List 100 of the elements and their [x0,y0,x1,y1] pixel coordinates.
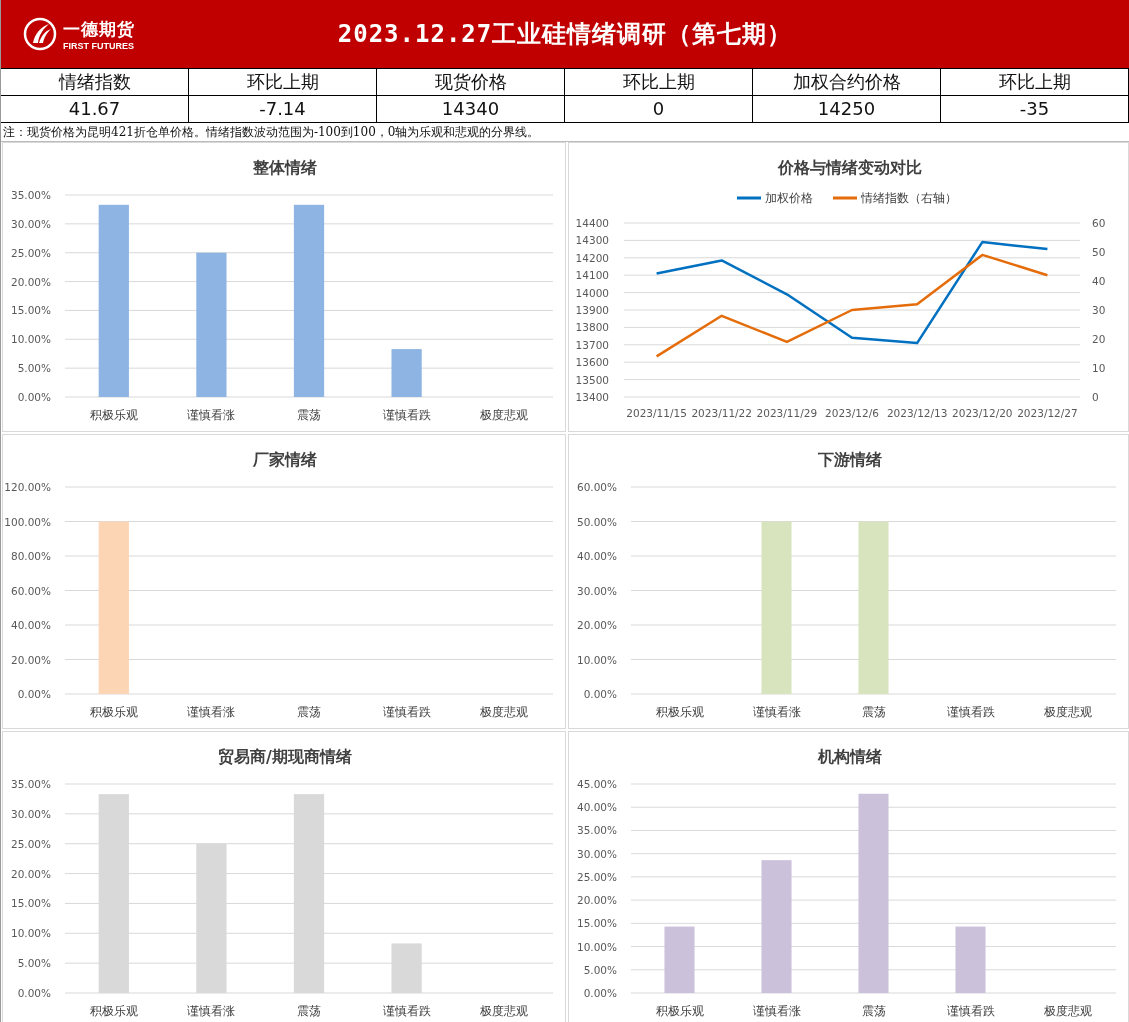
axis-tick-label: 80.00% [10,550,51,562]
category-label: 震荡 [297,408,321,422]
axis-tick-label: 14000 [575,286,609,299]
category-label: 谨慎看跌 [946,705,995,719]
axis-tick-label: 40.00% [10,619,51,631]
axis-tick-label: 60 [1092,217,1106,229]
category-label: 2023/12/27 [1017,407,1078,419]
logo-name: 一德期货 [63,17,135,41]
chart-title: 价格与情绪变动对比 [777,158,922,177]
axis-tick-label: 20.00% [576,894,617,907]
axis-tick-label: 10.00% [576,940,617,953]
category-label: 2023/12/6 [825,407,879,419]
chart-title: 厂家情绪 [253,450,317,469]
category-label: 谨慎看涨 [752,1004,801,1018]
axis-tick-label: 15.00% [10,897,51,910]
chart-title: 贸易商/期现商情绪 [218,747,352,766]
category-label: 震荡 [861,705,886,719]
category-label: 积极乐观 [89,1004,138,1018]
axis-tick-label: 20.00% [576,619,617,631]
category-label: 谨慎看涨 [187,408,236,422]
bar [955,926,986,993]
table-header-cell: 环比上期 [189,69,377,96]
axis-tick-label: 13600 [575,356,609,369]
axis-tick-label: 5.00% [17,362,51,375]
axis-tick-label: 35.00% [10,778,51,790]
axis-tick-label: 5.00% [17,957,51,970]
axis-tick-label: 13700 [575,338,609,351]
report-title: 2023.12.27工业硅情绪调研（第七期） [337,19,793,50]
axis-tick-label: 50 [1092,246,1106,258]
axis-tick-label: 15.00% [10,304,51,317]
axis-tick-label: 60.00% [10,584,51,597]
legend-label: 情绪指数（右轴） [861,191,957,205]
axis-tick-label: 13500 [575,373,609,386]
axis-tick-label: 40 [1092,275,1106,287]
category-label: 积极乐观 [89,705,138,719]
axis-tick-label: 25.00% [10,837,51,850]
bar [664,926,695,993]
legend-label: 加权价格 [765,191,813,205]
table-cell: 41.67 [1,96,189,123]
axis-tick-label: 60.00% [576,481,617,493]
category-label: 谨慎看跌 [382,1004,431,1018]
axis-tick-label: 20 [1092,333,1106,345]
axis-tick-label: 14300 [575,234,609,247]
axis-tick-label: 40.00% [576,801,617,814]
axis-tick-label: 10.00% [576,653,617,666]
axis-tick-label: 5.00% [583,963,617,976]
logo-icon [23,17,57,51]
axis-tick-label: 13400 [575,391,609,403]
axis-tick-label: 20.00% [10,867,51,880]
axis-tick-label: 30 [1092,304,1106,316]
axis-tick-label: 30.00% [576,847,617,860]
chart-title: 机构情绪 [817,747,882,766]
legend-line-icon [737,196,761,200]
category-label: 谨慎看涨 [752,705,801,719]
bar [391,349,422,397]
category-label: 积极乐观 [655,705,704,719]
category-label: 极度悲观 [480,1004,529,1018]
category-label: 2023/11/15 [626,407,687,419]
table-header-cell: 环比上期 [941,69,1129,96]
category-label: 2023/11/29 [756,407,818,419]
axis-tick-label: 20.00% [10,653,51,666]
axis-tick-label: 14200 [575,251,609,264]
axis-tick-label: 25.00% [576,870,617,883]
axis-tick-label: 35.00% [10,189,51,201]
axis-tick-label: 0.00% [583,987,617,999]
axis-tick-label: 40.00% [576,550,617,562]
legend-line-icon [833,196,857,200]
category-label: 震荡 [297,705,321,719]
category-label: 震荡 [861,1004,886,1018]
axis-tick-label: 15.00% [576,917,617,930]
chart-title: 整体情绪 [253,158,317,177]
category-label: 谨慎看跌 [382,705,431,719]
table-header-cell: 情绪指数 [1,69,189,96]
axis-tick-label: 10 [1092,362,1106,374]
category-label: 2023/12/20 [952,407,1013,419]
category-label: 谨慎看涨 [187,705,236,719]
axis-tick-label: 30.00% [10,807,51,820]
table-cell: -35 [941,96,1129,123]
table-header-cell: 现货价格 [377,69,565,96]
category-label: 谨慎看涨 [187,1004,236,1018]
category-label: 积极乐观 [89,408,138,422]
axis-tick-label: 13800 [575,321,609,334]
axis-tick-label: 20.00% [10,275,51,288]
axis-tick-label: 30.00% [576,584,617,597]
axis-tick-label: 0.00% [583,688,617,700]
axis-tick-label: 35.00% [576,824,617,837]
axis-tick-label: 14400 [575,217,609,229]
axis-tick-label: 10.00% [10,333,51,346]
axis-tick-label: 50.00% [576,515,617,528]
category-label: 极度悲观 [480,705,529,719]
category-label: 2023/12/13 [886,407,948,419]
table-cell: 14250 [753,96,941,123]
axis-tick-label: 14100 [575,269,609,282]
table-cell: 14340 [377,96,565,123]
axis-tick-label: 25.00% [10,246,51,259]
category-label: 谨慎看跌 [382,408,431,422]
category-label: 极度悲观 [1043,705,1092,719]
table-cell: -7.14 [189,96,377,123]
axis-tick-label: 10.00% [10,927,51,940]
axis-tick-label: 0.00% [17,987,51,999]
